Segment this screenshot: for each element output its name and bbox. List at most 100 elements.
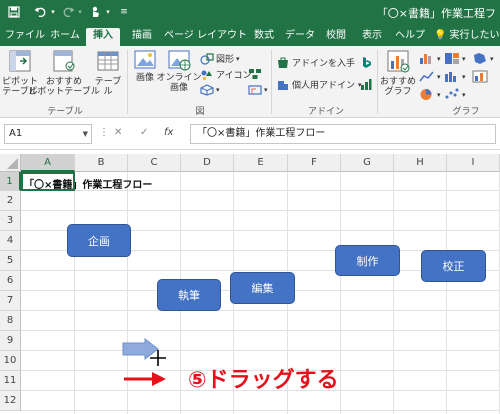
recommended-chart-button[interactable]: おすすめ グラフ [380, 49, 416, 97]
scatter-chart-button[interactable]: ▾ [444, 88, 466, 101]
tab-insert[interactable]: 挿入 [86, 28, 120, 46]
online-image-icon [168, 50, 191, 71]
map-dd-icon: ▾ [490, 54, 494, 63]
row-header-6[interactable]: 6 [0, 271, 21, 291]
window-title: 「〇×書籍」作業工程フ [376, 7, 496, 20]
grid-line [340, 172, 341, 414]
insert-function-icon[interactable]: fx [164, 127, 173, 138]
column-header-a[interactable]: A [21, 154, 75, 172]
touch-mode-icon[interactable] [88, 4, 104, 20]
save-icon[interactable] [6, 4, 22, 20]
formula-bar-divider-icon: ⋮ [99, 127, 109, 138]
column-header-f[interactable]: F [288, 154, 341, 172]
shape-editing[interactable]: 編集 [230, 272, 295, 304]
customize-qa-icon[interactable]: ≡ [118, 4, 130, 20]
pivot-chart-button[interactable] [472, 70, 490, 83]
title-bar: ▾ ▾ ▾ ≡ 「〇×書籍」作業工程フ [0, 0, 500, 25]
screenshot-icon [248, 85, 262, 95]
tab-home[interactable]: ホーム [47, 28, 83, 46]
ribbon-insert: ピボット テーブル おすすめ ピボットテーブル テーブル テーブル 画像 オンラ… [0, 46, 500, 118]
column-header-g[interactable]: G [341, 154, 394, 172]
tab-help[interactable]: ヘルプ [394, 28, 426, 46]
screenshot-button[interactable]: ▾ [248, 84, 268, 96]
row-header-10[interactable]: 10 [0, 351, 21, 371]
recommended-pivot-button[interactable]: おすすめ ピボットテーブル [28, 49, 100, 97]
shapes-icon [200, 52, 214, 65]
row-header-3[interactable]: 3 [0, 211, 21, 231]
active-cell-a1[interactable] [21, 172, 75, 191]
formula-input[interactable]: 「〇×書籍」作業工程フロー [190, 124, 496, 144]
shape-writing[interactable]: 執筆 [157, 279, 221, 311]
get-addin-button[interactable]: アドインを入手 [276, 56, 355, 69]
icons-button[interactable]: アイコン [200, 68, 252, 81]
shapes-button[interactable]: 図形 ▾ [200, 52, 240, 65]
3d-model-button[interactable]: ▾ [200, 84, 220, 96]
column-header-h[interactable]: H [394, 154, 447, 172]
column-header-c[interactable]: C [128, 154, 181, 172]
shape-planning[interactable]: 企画 [67, 224, 131, 257]
divider [377, 50, 378, 114]
scatter-dd-icon: ▾ [462, 90, 466, 99]
row-header-9[interactable]: 9 [0, 331, 21, 351]
row-header-12[interactable]: 12 [0, 391, 21, 411]
name-box[interactable]: A1 ▼ [4, 124, 92, 144]
smartart-button[interactable] [248, 68, 264, 80]
recommended-pivot-icon [53, 50, 75, 72]
shape-proofreading[interactable]: 校正 [421, 250, 486, 282]
3d-model-dropdown-icon: ▾ [216, 86, 220, 94]
online-image-button[interactable]: オンライン 画像 [157, 49, 202, 93]
group-addin-label: アドイン [307, 107, 344, 117]
tab-review[interactable]: 校閲 [322, 28, 350, 46]
tab-formulas[interactable]: 数式 [250, 28, 278, 46]
grid-line [74, 172, 75, 414]
tab-data[interactable]: データ [284, 28, 316, 46]
redo-dropdown-icon[interactable]: ▾ [76, 4, 84, 20]
hierarchy-chart-button[interactable]: ▾ [444, 52, 466, 65]
row-header-5[interactable]: 5 [0, 251, 21, 271]
undo-icon[interactable] [32, 4, 48, 20]
tell-me-search[interactable]: 💡 実行したい [434, 28, 500, 46]
tab-file[interactable]: ファイル [5, 28, 45, 46]
cancel-icon[interactable]: ✕ [114, 127, 122, 138]
row-header-1[interactable]: 1 [0, 172, 21, 191]
column-header-b[interactable]: B [75, 154, 128, 172]
tab-page-layout[interactable]: ページ レイアウト [164, 28, 247, 46]
row-header-11[interactable]: 11 [0, 371, 21, 391]
grid-line [21, 210, 500, 211]
pie-chart-button[interactable]: ▾ [419, 88, 441, 101]
line-dd-icon: ▾ [437, 72, 441, 81]
undo-dropdown-icon[interactable]: ▾ [49, 4, 57, 20]
stat-chart-button[interactable]: ▾ [444, 70, 466, 83]
smartart-icon [249, 69, 261, 79]
row-header-7[interactable]: 7 [0, 291, 21, 311]
personal-addin-icon [278, 81, 288, 90]
pivot-chart-icon [472, 70, 488, 83]
people-graph-button[interactable] [360, 78, 374, 91]
divider [271, 50, 272, 114]
tab-view[interactable]: 表示 [358, 28, 386, 46]
row-header-2[interactable]: 2 [0, 191, 21, 211]
name-box-dropdown-icon[interactable]: ▼ [83, 125, 88, 143]
enter-icon[interactable]: ✓ [140, 127, 148, 138]
row-header-4[interactable]: 4 [0, 231, 21, 251]
image-button[interactable]: 画像 [131, 49, 159, 83]
shape-production[interactable]: 制作 [335, 245, 400, 276]
bing-maps-button[interactable] [360, 56, 374, 69]
table-icon [97, 51, 119, 71]
row-header-8[interactable]: 8 [0, 311, 21, 331]
column-header-d[interactable]: D [181, 154, 234, 172]
people-graph-icon [361, 79, 372, 90]
tab-draw[interactable]: 描画 [127, 28, 157, 46]
scatter-chart-icon [445, 88, 459, 99]
image-icon [134, 50, 156, 69]
column-header-i[interactable]: I [447, 154, 500, 172]
line-chart-button[interactable]: ▾ [419, 70, 441, 83]
qa-dropdown-icon[interactable]: ▾ [104, 4, 112, 20]
personal-addin-button[interactable]: 個人用アドイン ▾ [276, 78, 362, 91]
personal-addin-label: 個人用アドイン [292, 81, 356, 91]
map-chart-button[interactable]: ▾ [472, 52, 494, 65]
redo-icon[interactable] [60, 4, 76, 20]
table-button[interactable]: テーブル [92, 49, 124, 97]
column-header-e[interactable]: E [234, 154, 288, 172]
column-chart-button[interactable]: ▾ [419, 52, 441, 65]
